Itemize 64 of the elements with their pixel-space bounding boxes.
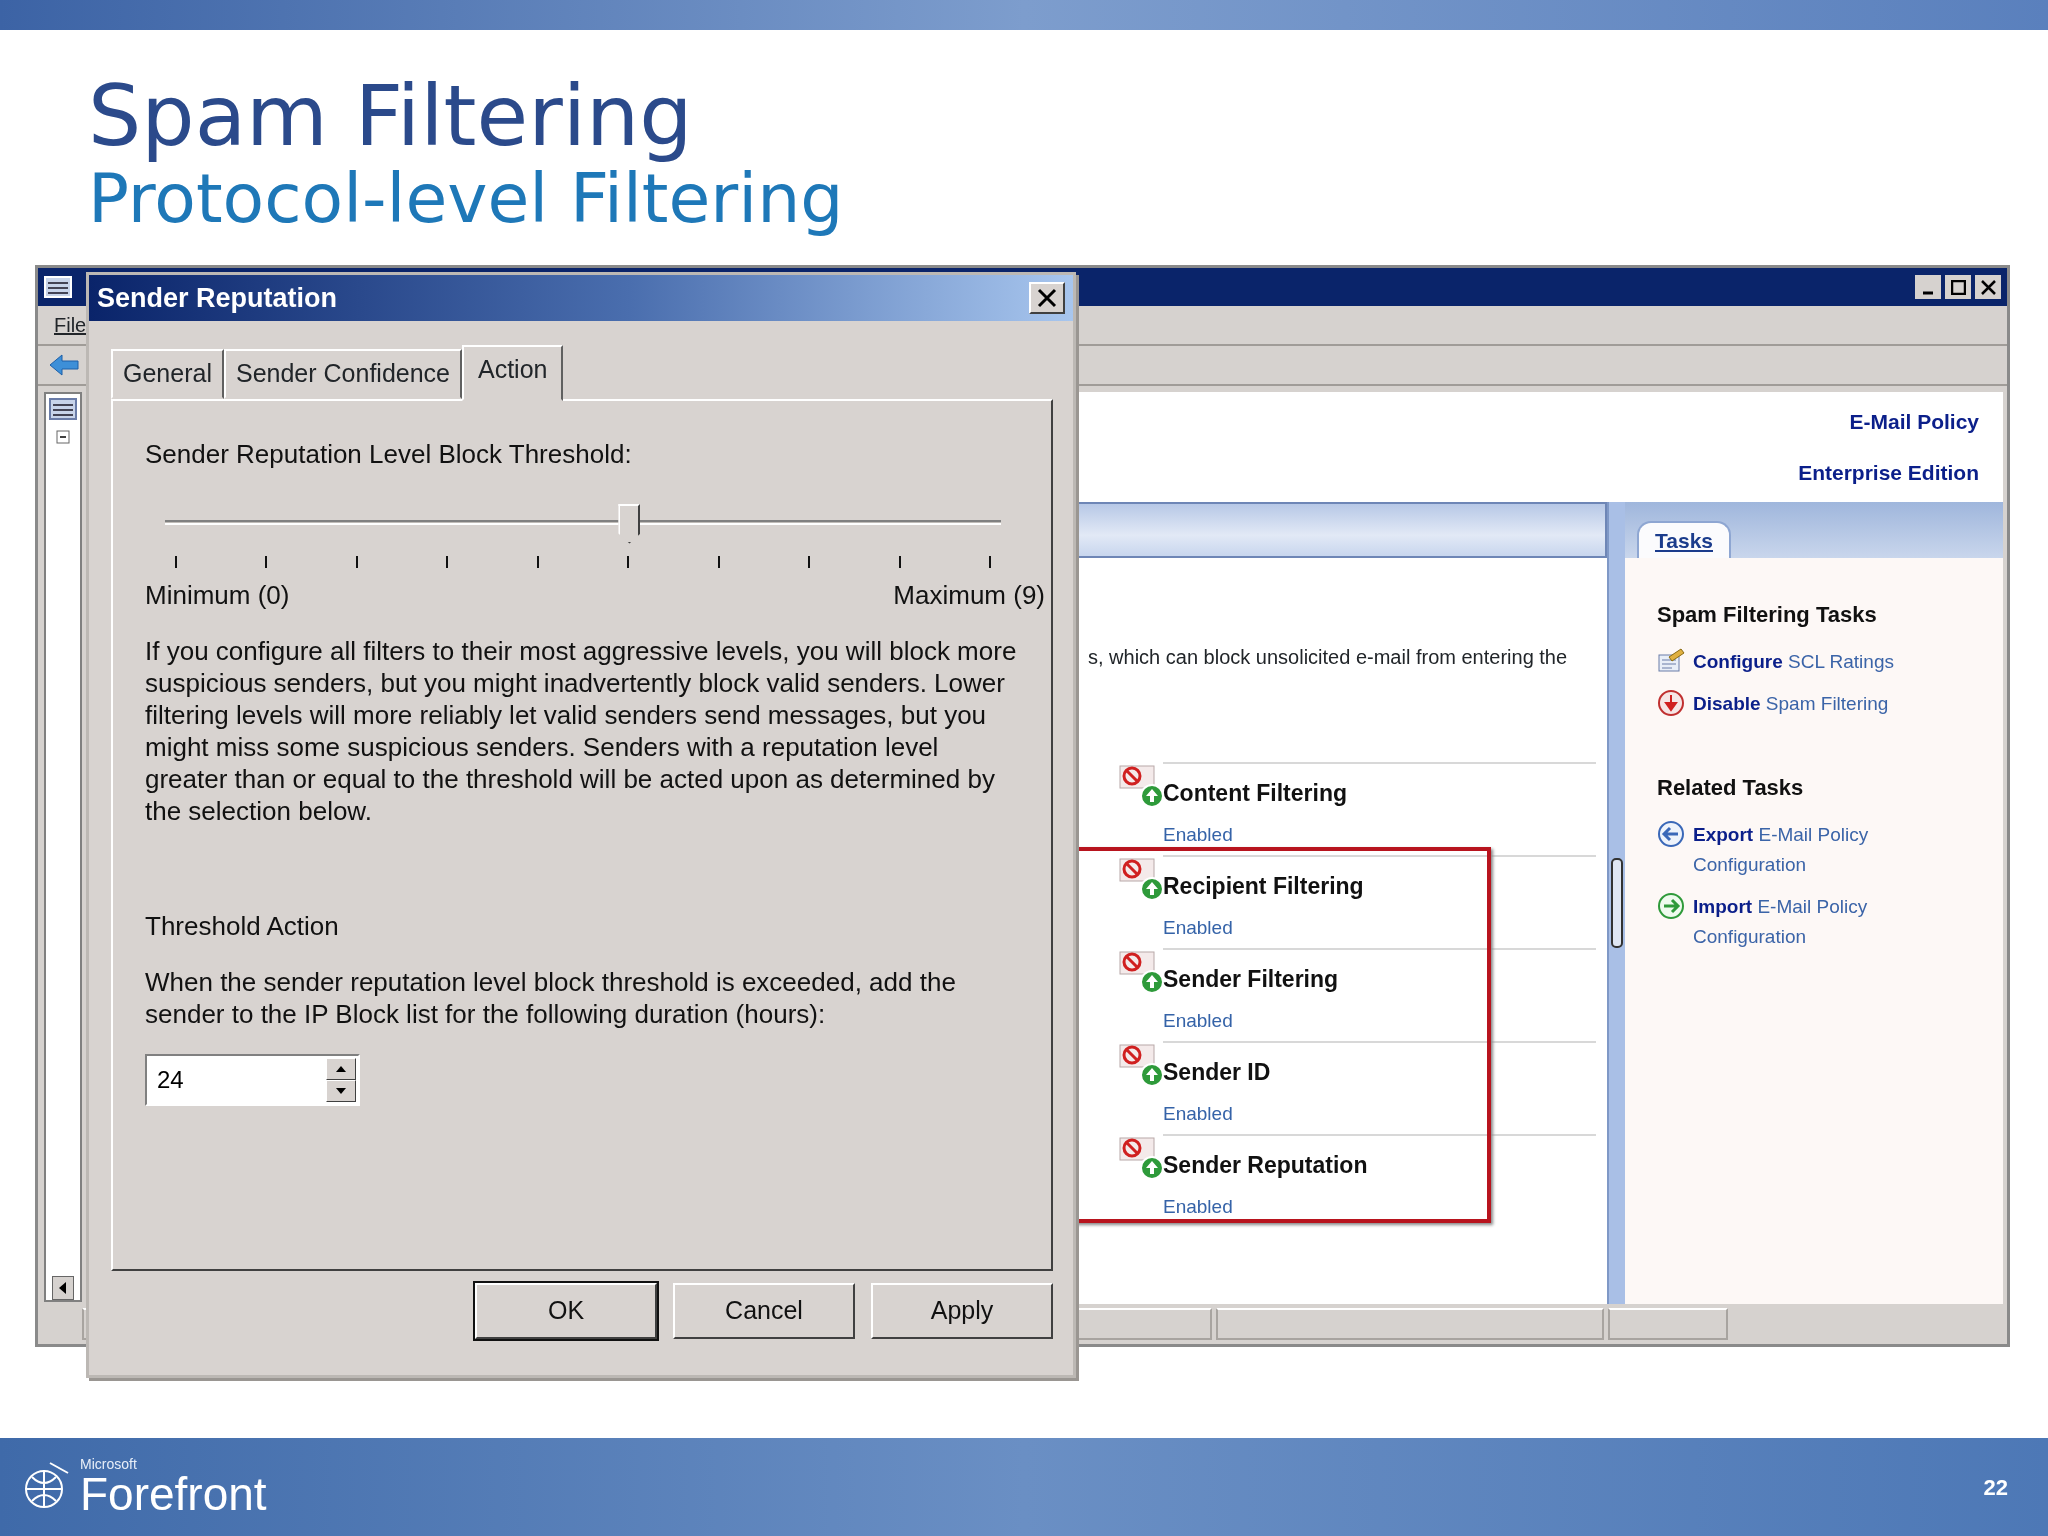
tab[interactable]: Sender Confidence [223,349,462,399]
slide-subtitle: Protocol-level Filtering [88,162,845,238]
task-link[interactable]: Disable Spam Filtering [1693,689,1903,719]
tasks-tab[interactable]: Tasks [1637,520,1731,558]
maximize-button[interactable] [1945,275,1971,299]
slide-title: Spam Filtering [88,70,694,163]
filter-status: Enabled [1163,1008,1234,1033]
minimize-button[interactable] [1915,275,1941,299]
filter-status: Enabled [1163,915,1234,940]
dialog-button[interactable]: Cancel [673,1283,855,1339]
slider-thumb[interactable] [618,503,641,544]
filter-row[interactable]: Content Filtering Enabled [1076,762,1596,855]
task-link[interactable]: Configure SCL Ratings [1693,647,1903,677]
back-arrow-icon [48,353,80,377]
duration-spin-box[interactable]: 24 [145,1053,360,1106]
filter-row[interactable]: Sender ID Enabled [1076,1041,1596,1134]
page-number: 22 [1983,1473,2008,1502]
close-button[interactable] [1029,282,1065,314]
collapse-icon [56,430,70,444]
description-text: s, which can block unsolicited e-mail from entering the [1088,645,1568,670]
section-heading: Spam Filtering Tasks [1657,601,1878,629]
instruction-text: When the sender reputation level block threshold is exceeded, add the sender to the IP Block list for the following duration (hours): [145,965,957,1030]
filter-name: Sender Reputation [1163,1151,1369,1180]
dialog-title: Sender Reputation [97,281,338,315]
collapse-handle[interactable] [1611,858,1623,948]
tab[interactable]: Action [462,345,564,401]
threshold-label: Sender Reputation Level Block Threshold: [145,437,633,471]
tab[interactable]: General [111,349,224,399]
down-arrow-icon [336,1087,346,1094]
filter-name: Recipient Filtering [1163,872,1365,901]
max-label: Maximum (9) [893,578,1045,612]
maximize-icon [1950,279,1966,295]
close-icon [1036,288,1058,308]
brand-name: Forefront [80,1471,267,1517]
console-app-icon [44,275,72,299]
min-label: Minimum (0) [145,578,290,612]
scroll-left-icon [52,1276,74,1300]
filter-row[interactable]: Sender Reputation Enabled [1076,1134,1596,1227]
section-heading: Related Tasks [1657,774,1805,802]
header-link[interactable]: E-Mail Policy [1849,405,1979,438]
settings-sheet-icon [1657,647,1685,675]
minimize-icon [1923,291,1933,295]
slider-track[interactable] [165,503,1001,570]
up-arrow-icon [336,1065,346,1072]
dialog-button[interactable]: OK [475,1283,657,1339]
filter-status: Enabled [1163,1101,1234,1126]
close-button[interactable] [1975,275,2001,299]
explanation-text: If you configure all filters to their most aggressive levels, you will block more suspicious senders, but you might inadvertently block valid senders. Lower filtering levels will more reliably let valid senders send messages, but you might miss some suspicious senders. Senders with a reputation level greater than or equal to the threshold will be acted upon as determined by the selection below. [145,634,1018,827]
filter-status: Enabled [1163,1194,1234,1219]
filter-row[interactable]: Recipient Filtering Enabled [1076,855,1596,948]
filter-row[interactable]: Sender Filtering Enabled [1076,948,1596,1041]
filter-name: Sender ID [1163,1058,1272,1087]
dialog-button[interactable]: Apply [871,1283,1053,1339]
menu-item[interactable]: File [54,310,87,340]
section-heading: Threshold Action [145,909,340,943]
console-node-icon [49,398,77,420]
task-link[interactable]: Export E-Mail Policy Configuration [1693,820,1903,880]
brand-prefix: Microsoft [80,1457,138,1471]
header-link[interactable]: Enterprise Edition [1798,456,1979,489]
filter-name: Sender Filtering [1163,965,1340,994]
task-link[interactable]: Import E-Mail Policy Configuration [1693,892,1903,952]
close-icon [1980,279,1996,295]
filter-status: Enabled [1163,822,1234,847]
filter-name: Content Filtering [1163,779,1348,808]
